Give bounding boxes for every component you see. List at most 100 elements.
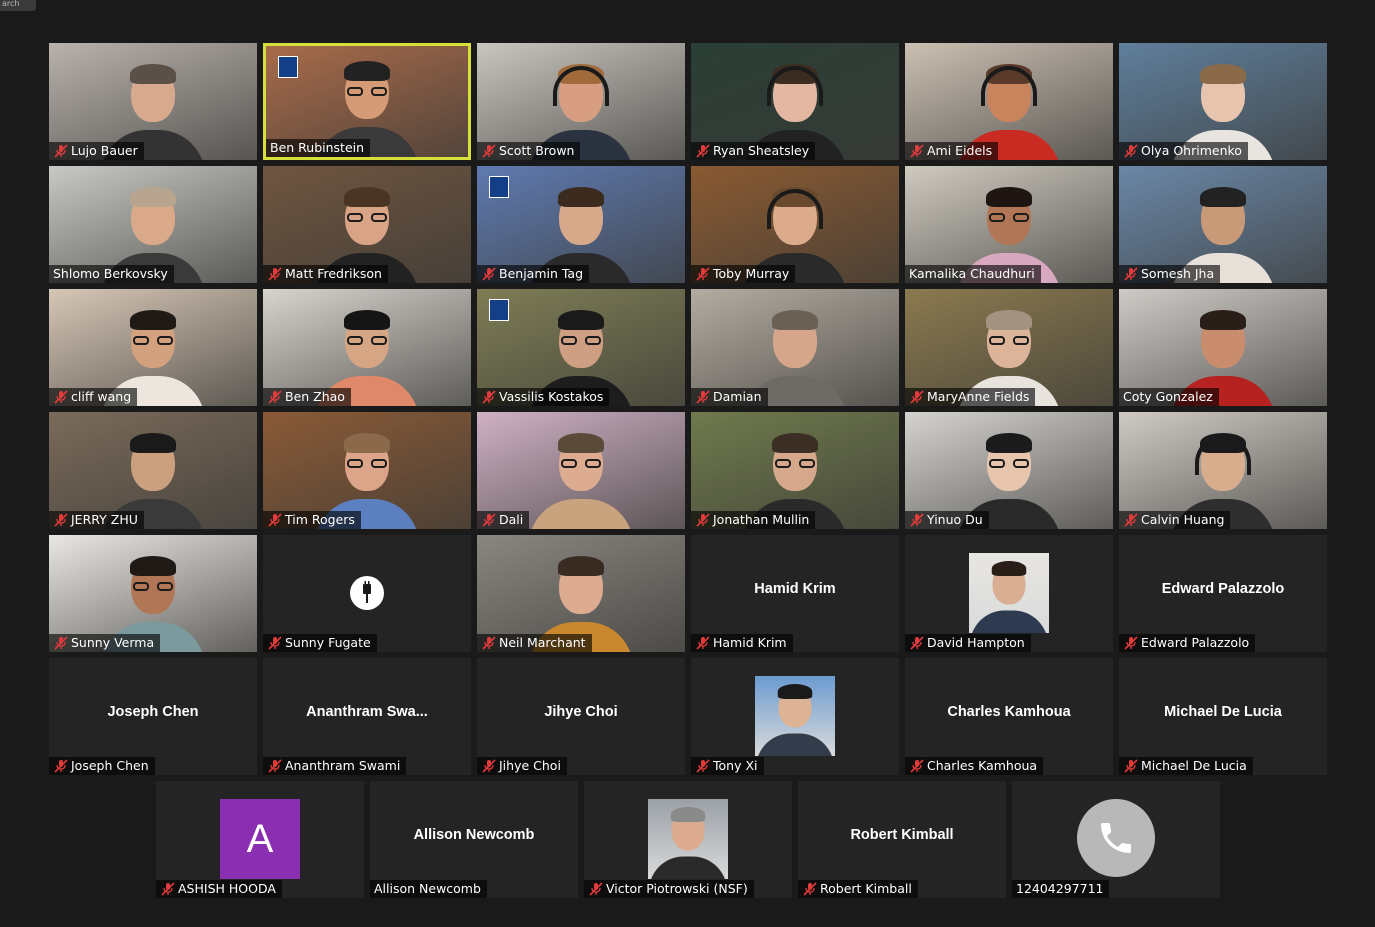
participant-tile[interactable]: Charles Kamhoua Charles Kamhoua: [905, 658, 1113, 775]
participant-name: Ananthram Swami: [285, 758, 401, 773]
participant-tile[interactable]: Shlomo Berkovsky: [49, 166, 257, 283]
participant-tile[interactable]: Ben Zhao: [263, 289, 471, 406]
muted-mic-icon: [909, 390, 925, 404]
participant-tile[interactable]: Sunny Fugate: [263, 535, 471, 652]
participant-name-tag: Jihye Choi: [477, 757, 567, 775]
participant-name-tag: Vassilis Kostakos: [477, 388, 610, 406]
participant-figure: [970, 554, 1048, 633]
participant-name-tag: Kamalika Chaudhuri: [905, 265, 1041, 283]
participant-tile[interactable]: Ami Eidels: [905, 43, 1113, 160]
participant-tile[interactable]: Vassilis Kostakos: [477, 289, 685, 406]
participant-tile[interactable]: cliff wang: [49, 289, 257, 406]
participant-display-name: Ananthram Swa...: [306, 704, 428, 720]
participant-tile[interactable]: Jihye Choi Jihye Choi: [477, 658, 685, 775]
participant-tile[interactable]: Neil Marchant: [477, 535, 685, 652]
participant-tile[interactable]: Michael De Lucia Michael De Lucia: [1119, 658, 1327, 775]
participant-tile[interactable]: Dali: [477, 412, 685, 529]
participant-name: Ben Zhao: [285, 389, 345, 404]
participant-tile[interactable]: Jonathan Mullin: [691, 412, 899, 529]
muted-mic-icon: [481, 390, 497, 404]
participant-name: Calvin Huang: [1141, 512, 1225, 527]
participant-name: ASHISH HOODA: [178, 881, 276, 896]
participant-tile[interactable]: Kamalika Chaudhuri: [905, 166, 1113, 283]
participant-name-tag: cliff wang: [49, 388, 138, 406]
participant-tile[interactable]: Sunny Verma: [49, 535, 257, 652]
participant-name-tag: Ryan Sheatsley: [691, 142, 816, 160]
participant-tile[interactable]: Tony Xi: [691, 658, 899, 775]
participant-name-tag: Hamid Krim: [691, 634, 793, 652]
muted-mic-icon: [695, 267, 711, 281]
participant-display-name: Robert Kimball: [850, 827, 954, 843]
participant-tile[interactable]: Robert Kimball Robert Kimball: [798, 781, 1006, 898]
muted-mic-icon: [695, 390, 711, 404]
muted-mic-icon: [909, 636, 925, 650]
participant-tile[interactable]: Yinuo Du: [905, 412, 1113, 529]
participant-tile[interactable]: Allison Newcomb Allison Newcomb: [370, 781, 578, 898]
participant-name-tag: Sunny Verma: [49, 634, 161, 652]
participant-name-tag: Matt Fredrikson: [263, 265, 388, 283]
participant-tile[interactable]: Calvin Huang: [1119, 412, 1327, 529]
university-logo-icon: [489, 299, 509, 321]
participant-figure: [529, 423, 633, 529]
participant-tile[interactable]: Matt Fredrikson: [263, 166, 471, 283]
participant-tile[interactable]: Ryan Sheatsley: [691, 43, 899, 160]
participant-name-tag: Neil Marchant: [477, 634, 592, 652]
participant-name-tag: Ben Zhao: [263, 388, 351, 406]
muted-mic-icon: [1123, 759, 1139, 773]
muted-mic-icon: [802, 882, 818, 896]
participant-tile[interactable]: Toby Murray: [691, 166, 899, 283]
participant-name: Scott Brown: [499, 143, 575, 158]
participant-tile[interactable]: Lujo Bauer: [49, 43, 257, 160]
participant-name: 12404297711: [1016, 881, 1104, 896]
participant-name: Matt Fredrikson: [285, 266, 382, 281]
participant-name-tag: Joseph Chen: [49, 757, 155, 775]
participant-tile[interactable]: Tim Rogers: [263, 412, 471, 529]
participant-figure: [649, 800, 727, 879]
participant-name-tag: Michael De Lucia: [1119, 757, 1253, 775]
participant-display-name: Jihye Choi: [544, 704, 618, 720]
participant-name: Robert Kimball: [820, 881, 912, 896]
participant-tile[interactable]: Somesh Jha: [1119, 166, 1327, 283]
participant-tile[interactable]: Scott Brown: [477, 43, 685, 160]
participant-tile[interactable]: Victor Piotrowski (NSF): [584, 781, 792, 898]
participant-name: Allison Newcomb: [374, 881, 481, 896]
participant-tile[interactable]: Ben Rubinstein: [263, 43, 471, 160]
participant-name-tag: Victor Piotrowski (NSF): [584, 880, 754, 898]
muted-mic-icon: [481, 759, 497, 773]
participant-name: Ryan Sheatsley: [713, 143, 810, 158]
participant-tile[interactable]: Joseph Chen Joseph Chen: [49, 658, 257, 775]
participant-tile[interactable]: Olya Ohrimenko: [1119, 43, 1327, 160]
muted-mic-icon: [267, 513, 283, 527]
participant-name-tag: Ananthram Swami: [263, 757, 407, 775]
participant-display-name: Joseph Chen: [107, 704, 199, 720]
participant-name: David Hampton: [927, 635, 1025, 650]
muted-mic-icon: [53, 390, 69, 404]
participant-tile[interactable]: JERRY ZHU: [49, 412, 257, 529]
participant-tile[interactable]: David Hampton: [905, 535, 1113, 652]
participant-name: Jihye Choi: [499, 758, 561, 773]
muted-mic-icon: [267, 759, 283, 773]
phone-icon: [1077, 799, 1155, 877]
participant-tile[interactable]: Edward Palazzolo Edward Palazzolo: [1119, 535, 1327, 652]
participant-name-tag: Yinuo Du: [905, 511, 989, 529]
participant-tile[interactable]: A ASHISH HOODA: [156, 781, 364, 898]
participant-tile[interactable]: Damian: [691, 289, 899, 406]
participant-tile[interactable]: MaryAnne Fields: [905, 289, 1113, 406]
muted-mic-icon: [1123, 144, 1139, 158]
participant-name: Neil Marchant: [499, 635, 586, 650]
participant-name: Toby Murray: [713, 266, 790, 281]
participant-tile[interactable]: Coty Gonzalez: [1119, 289, 1327, 406]
participant-name-tag: Charles Kamhoua: [905, 757, 1044, 775]
participant-name: Somesh Jha: [1141, 266, 1215, 281]
participant-tile[interactable]: Hamid Krim Hamid Krim: [691, 535, 899, 652]
participant-tile[interactable]: 12404297711: [1012, 781, 1220, 898]
participant-name-tag: Scott Brown: [477, 142, 581, 160]
participant-name: Edward Palazzolo: [1141, 635, 1250, 650]
participant-name-tag: 12404297711: [1012, 880, 1110, 898]
participant-tile[interactable]: Ananthram Swa... Ananthram Swami: [263, 658, 471, 775]
muted-mic-icon: [481, 636, 497, 650]
participant-tile[interactable]: Benjamin Tag: [477, 166, 685, 283]
muted-mic-icon: [1123, 636, 1139, 650]
profile-photo: [969, 553, 1049, 633]
participant-display-name: Allison Newcomb: [413, 827, 535, 843]
